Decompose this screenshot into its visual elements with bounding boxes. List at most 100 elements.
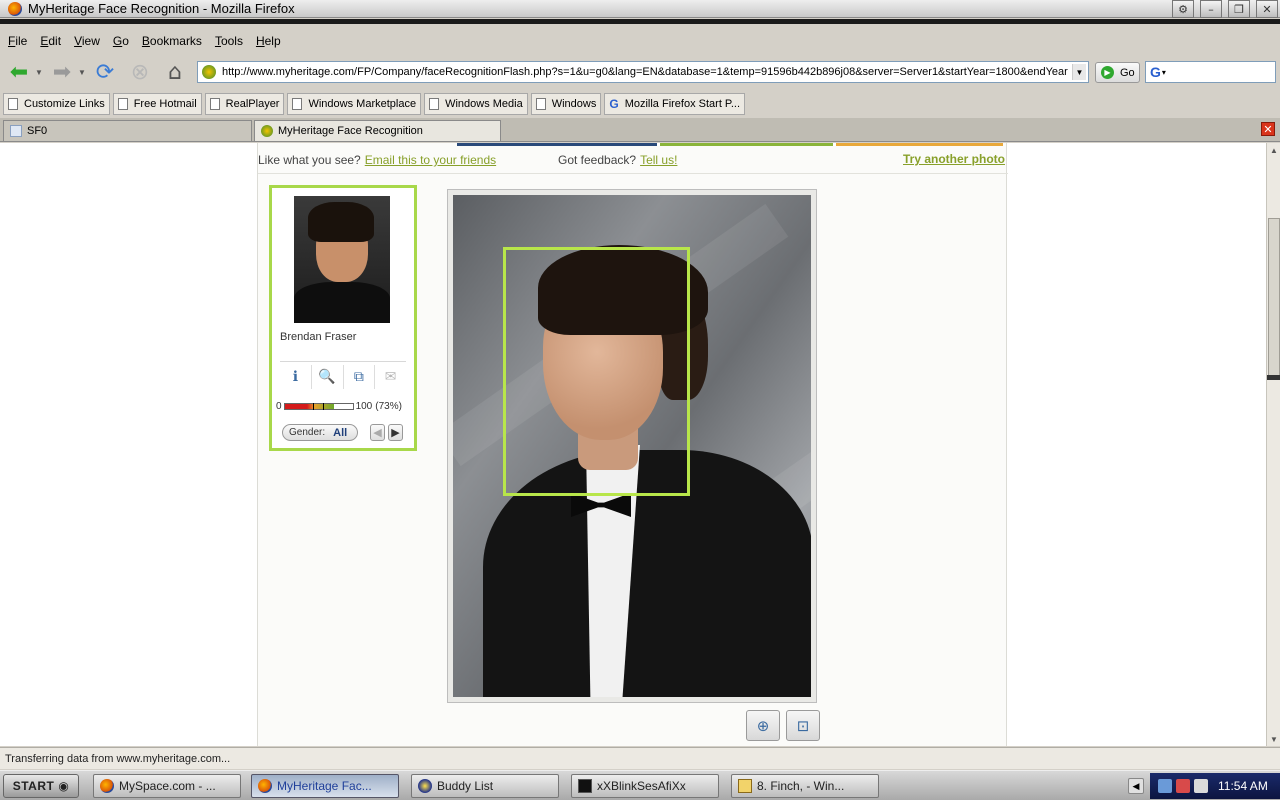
start-button[interactable]: START ◉ <box>3 774 79 798</box>
gender-value: All <box>333 426 348 439</box>
compare-icon[interactable]: ⧉ <box>344 365 376 389</box>
address-bar[interactable]: http://www.myheritage.com/FP/Company/fac… <box>197 61 1089 83</box>
home-icon[interactable]: ⌂ <box>159 57 191 87</box>
options-icon[interactable]: ⚙ <box>1172 0 1194 18</box>
share-line: Like what you see? Email this to your fri… <box>258 153 496 167</box>
go-label: Go <box>1120 66 1135 79</box>
tab-favicon-icon <box>10 125 22 137</box>
uploaded-photo <box>453 195 811 697</box>
page-content: Like what you see? Email this to your fri… <box>0 143 1266 746</box>
search-icon[interactable]: 🔍 <box>312 365 344 389</box>
uploaded-photo-frame <box>447 189 817 703</box>
try-another-photo-link[interactable]: Try another photo <box>903 152 1005 166</box>
navigation-toolbar: ⬅ ▼ ➡ ▼ ⟳ ⊗ ⌂ http://www.myheritage.com/… <box>0 55 1280 89</box>
zoom-in-icon[interactable]: ⊕ <box>746 710 780 741</box>
bookmark-free-hotmail[interactable]: Free Hotmail <box>112 93 202 115</box>
similarity-bar <box>283 402 354 410</box>
window-title: MyHeritage Face Recognition - Mozilla Fi… <box>28 1 295 16</box>
scroll-down-arrow-icon[interactable]: ▼ <box>1268 733 1280 745</box>
task-buddy-list[interactable]: Buddy List <box>411 774 559 798</box>
previous-match-arrow-icon[interactable]: ◀ <box>370 424 385 441</box>
stop-icon[interactable]: ⊗ <box>124 57 156 87</box>
minimize-button[interactable]: – <box>1200 0 1222 18</box>
info-icon[interactable]: ℹ <box>280 365 312 389</box>
bookmark-customize-links[interactable]: Customize Links <box>3 93 110 115</box>
bookmark-label: Windows <box>551 98 597 110</box>
close-window-button[interactable]: ✕ <box>1256 0 1278 18</box>
gender-label: Gender: <box>289 427 326 438</box>
task-myspace[interactable]: MySpace.com - ... <box>93 774 241 798</box>
card-actions: ℹ 🔍 ⧉ ✉ <box>280 365 406 389</box>
menu-view[interactable]: View <box>74 34 100 48</box>
scroll-up-arrow-icon[interactable]: ▲ <box>1268 144 1280 156</box>
go-button[interactable]: ▶ Go <box>1095 62 1140 83</box>
scrollbar-thumb[interactable] <box>1268 218 1280 378</box>
header-stripes <box>457 143 1003 146</box>
celebrity-hair <box>308 202 374 242</box>
media-icon <box>738 779 752 793</box>
bookmark-label: Customize Links <box>24 98 105 110</box>
page-icon <box>117 98 128 110</box>
task-chat-window[interactable]: xXBlinkSesAfiXx <box>571 774 719 798</box>
score-min: 0 <box>276 400 282 412</box>
menu-bookmarks[interactable]: Bookmarks <box>142 34 202 48</box>
next-match-arrow-icon[interactable]: ▶ <box>388 424 403 441</box>
back-history-dropdown[interactable]: ▼ <box>35 68 43 77</box>
bookmark-windows-marketplace[interactable]: Windows Marketplace <box>287 93 422 115</box>
reload-icon[interactable]: ⟳ <box>89 57 121 87</box>
menu-edit[interactable]: Edit <box>40 34 61 48</box>
tell-us-link[interactable]: Tell us! <box>640 153 677 167</box>
tab-bar: SF0 MyHeritage Face Recognition ✕ <box>0 118 1280 142</box>
bookmark-windows[interactable]: Windows <box>530 93 602 115</box>
stripe-green <box>660 143 833 146</box>
firefox-icon <box>100 779 114 793</box>
tab-label: SF0 <box>27 125 48 137</box>
score-max: 100 <box>355 400 373 412</box>
site-favicon-icon <box>202 65 216 79</box>
back-arrow-icon[interactable]: ⬅ <box>3 57 35 87</box>
feedback-text: Got feedback? <box>558 153 637 167</box>
search-input[interactable]: G ▾ <box>1145 61 1276 83</box>
security-icon[interactable] <box>1176 779 1190 793</box>
window-icon <box>578 779 592 793</box>
tray-expand-icon[interactable]: ◀ <box>1128 778 1144 794</box>
bookmark-label: RealPlayer <box>225 98 280 110</box>
gender-filter-button[interactable]: Gender: All <box>282 424 358 441</box>
title-divider <box>0 19 1280 24</box>
menu-help[interactable]: Help <box>256 34 281 48</box>
menu-go[interactable]: Go <box>113 34 129 48</box>
task-myheritage[interactable]: MyHeritage Fac... <box>251 774 399 798</box>
bookmark-realplayer[interactable]: RealPlayer <box>204 93 285 115</box>
bookmark-firefox-start[interactable]: G Mozilla Firefox Start P... <box>604 93 746 115</box>
email-icon[interactable]: ✉ <box>375 365 406 389</box>
wireless-icon[interactable] <box>1194 779 1208 793</box>
tab-sfo[interactable]: SF0 <box>3 120 252 141</box>
status-text: Transferring data from www.myheritage.co… <box>5 752 231 765</box>
detected-face-box[interactable] <box>503 247 690 496</box>
similarity-score: 0 100 (73%) <box>276 400 412 412</box>
maximize-button[interactable]: ❐ <box>1228 0 1250 18</box>
forward-history-dropdown[interactable]: ▼ <box>78 68 86 77</box>
menu-tools[interactable]: Tools <box>215 34 243 48</box>
tab-myheritage[interactable]: MyHeritage Face Recognition <box>254 120 501 141</box>
tab-favicon-icon <box>261 125 273 137</box>
menu-file[interactable]: File <box>8 34 27 48</box>
google-icon[interactable]: G <box>1150 64 1161 80</box>
close-tab-icon[interactable]: ✕ <box>1261 122 1275 136</box>
google-icon: G <box>609 97 619 111</box>
search-engine-dropdown-icon[interactable]: ▾ <box>1162 68 1166 77</box>
bookmark-label: Mozilla Firefox Start P... <box>624 98 741 110</box>
stripe-orange <box>836 143 1003 146</box>
fit-to-frame-icon[interactable]: ⊡ <box>786 710 820 741</box>
url-text[interactable]: http://www.myheritage.com/FP/Company/fac… <box>222 66 1072 78</box>
page-icon <box>209 98 220 110</box>
chevron-down-icon[interactable]: ▼ <box>1072 64 1086 80</box>
bookmarks-toolbar: Customize Links Free Hotmail RealPlayer … <box>0 92 1280 116</box>
celebrity-photo[interactable] <box>294 196 390 323</box>
email-friends-link[interactable]: Email this to your friends <box>365 153 496 167</box>
bookmark-windows-media[interactable]: Windows Media <box>424 93 528 115</box>
vertical-scrollbar[interactable]: ▲ ▼ <box>1266 143 1280 746</box>
forward-arrow-icon[interactable]: ➡ <box>46 57 78 87</box>
task-media-player[interactable]: 8. Finch, - Win... <box>731 774 879 798</box>
network-icon[interactable] <box>1158 779 1172 793</box>
